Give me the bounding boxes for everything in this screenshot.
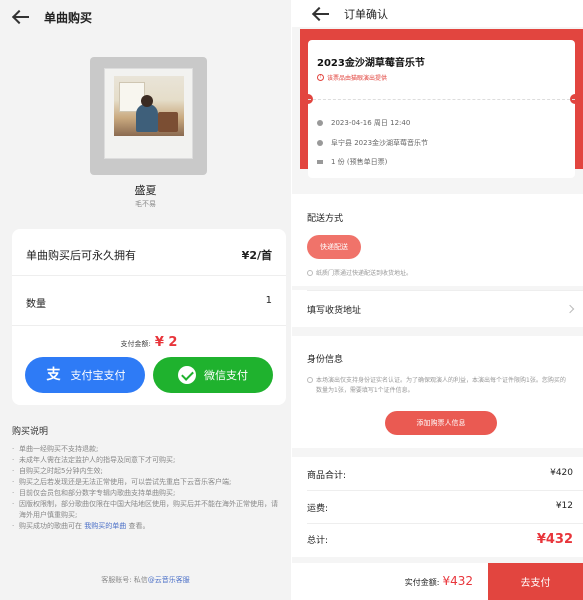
checkout-bar: 实付金额: ¥432 去支付: [292, 563, 583, 600]
customer-service-link[interactable]: @云音乐客服: [148, 576, 190, 584]
event-date: 2023-04-16 周日 12:40: [317, 118, 410, 128]
note-item: 目前仅会员包和部分数字专辑内歌曲支持单曲购买;: [12, 488, 282, 499]
identity-title: 身份信息: [307, 355, 344, 365]
info-icon: [307, 377, 313, 383]
purchase-text: 单曲购买后可永久拥有: [26, 249, 136, 262]
back-arrow-icon[interactable]: [12, 8, 30, 26]
actual-pay-value: ¥432: [442, 574, 473, 588]
ticket-count: 1 份 (预售单日票): [317, 157, 387, 167]
delivery-section: 配送方式 快递配送 纸质门票通过快递配送到收货地址。: [292, 194, 583, 286]
wechat-pay-label: 微信支付: [204, 369, 248, 382]
price: ¥2/首: [241, 249, 272, 262]
total-label: 总计:: [307, 536, 329, 546]
cover-image: [114, 76, 184, 136]
subtotal-value: ¥420: [550, 468, 573, 478]
note-item: 购买之后若发现还是无法正常使用，可以尝试先重启下云音乐客户端;: [12, 477, 282, 488]
alipay-icon: 支: [46, 367, 61, 383]
purchase-notes: 购买说明 单曲一经购买不支持退款; 未成年人需在法定监护人的指导及同意下才可购买…: [12, 424, 282, 532]
go-pay-button[interactable]: 去支付: [488, 563, 583, 600]
purchase-card: 单曲购买后可永久拥有 ¥2/首 数量 1 支付金额: ¥ 2 支 支付宝支付 微信…: [12, 229, 286, 405]
my-purchased-songs-link[interactable]: 我购买的单曲: [84, 522, 126, 530]
note-item: 单曲一经购买不支持退款;: [12, 444, 282, 455]
event-title: 2023金沙湖草莓音乐节: [317, 58, 425, 69]
provider-warning: ! 该票品由猫眼演出提供: [317, 73, 387, 82]
order-confirm-screen: 订单确认 2023金沙湖草莓音乐节 ! 该票品由猫眼演出提供 2023-04-1…: [292, 0, 583, 600]
wechat-pay-icon: [178, 366, 196, 384]
shipping-value: ¥12: [555, 501, 573, 511]
info-icon: !: [317, 74, 324, 81]
info-icon: [307, 270, 313, 276]
wechat-pay-button[interactable]: 微信支付: [153, 357, 273, 393]
delivery-note: 纸质门票通过快递配送到收货地址。: [307, 269, 412, 279]
express-delivery-option[interactable]: 快递配送: [307, 235, 361, 259]
header: 单曲购买: [0, 0, 291, 34]
quantity-label: 数量: [26, 299, 46, 310]
pay-amount-label: 支付金额:: [120, 340, 151, 348]
quantity-value: 1: [265, 295, 272, 306]
delivery-title: 配送方式: [307, 214, 344, 224]
note-item: 未成年人需在法定监护人的指导及同意下才可购买;: [12, 455, 282, 466]
location-icon: [317, 140, 323, 146]
page-title: 单曲购买: [44, 10, 93, 25]
subtotal-label: 商品合计:: [307, 471, 347, 481]
identity-note: 本场演出仅支持身份证实名认证。为了确保观演人的利益，本演出每个证件限购1张。您购…: [307, 376, 569, 396]
back-arrow-icon[interactable]: [312, 5, 330, 23]
pay-amount: ¥ 2: [154, 335, 178, 350]
note-item: 因版权限制，部分歌曲仅限在中国大陆地区使用，购买后并不能在海外正常使用，请海外用…: [12, 499, 282, 521]
ticket-card: 2023金沙湖草莓音乐节 ! 该票品由猫眼演出提供 2023-04-16 周日 …: [303, 40, 580, 178]
ticket-icon: [317, 160, 323, 164]
notes-title: 购买说明: [12, 427, 49, 437]
customer-service: 客服账号: 私信@云音乐客服: [101, 576, 190, 584]
song-title: 盛夏: [134, 184, 157, 197]
event-venue: 阜宁县 2023金沙湖草莓音乐节: [317, 138, 428, 148]
alipay-button[interactable]: 支 支付宝支付: [25, 357, 145, 393]
note-item: 自购买之时起5分钟内生效;: [12, 466, 282, 477]
shipping-label: 运费:: [307, 504, 329, 514]
album-cover: [90, 57, 207, 175]
identity-section: 身份信息 本场演出仅支持身份证实名认证。为了确保观演人的利益，本演出每个证件限购…: [292, 336, 583, 448]
artist-name: 毛不易: [135, 200, 156, 208]
add-buyer-button[interactable]: 添加购票人信息: [385, 411, 497, 435]
chevron-right-icon: [565, 304, 575, 314]
clock-icon: [317, 120, 323, 126]
actual-pay-label: 实付金额:: [404, 578, 440, 587]
header: 订单确认: [292, 0, 583, 27]
single-purchase-screen: 单曲购买 盛夏 毛不易 单曲购买后可永久拥有 ¥2/首 数量 1 支付金额: ¥ …: [0, 0, 291, 600]
price-summary: 商品合计: ¥420 运费: ¥12 总计: ¥432: [292, 457, 583, 557]
page-title: 订单确认: [344, 7, 388, 21]
address-label: 填写收货地址: [307, 306, 362, 316]
alipay-label: 支付宝支付: [70, 369, 126, 382]
note-item: 购买成功的歌曲可在 我购买的单曲 查看。: [12, 521, 282, 532]
total-value: ¥432: [536, 532, 573, 547]
address-row[interactable]: 填写收货地址: [292, 290, 583, 327]
